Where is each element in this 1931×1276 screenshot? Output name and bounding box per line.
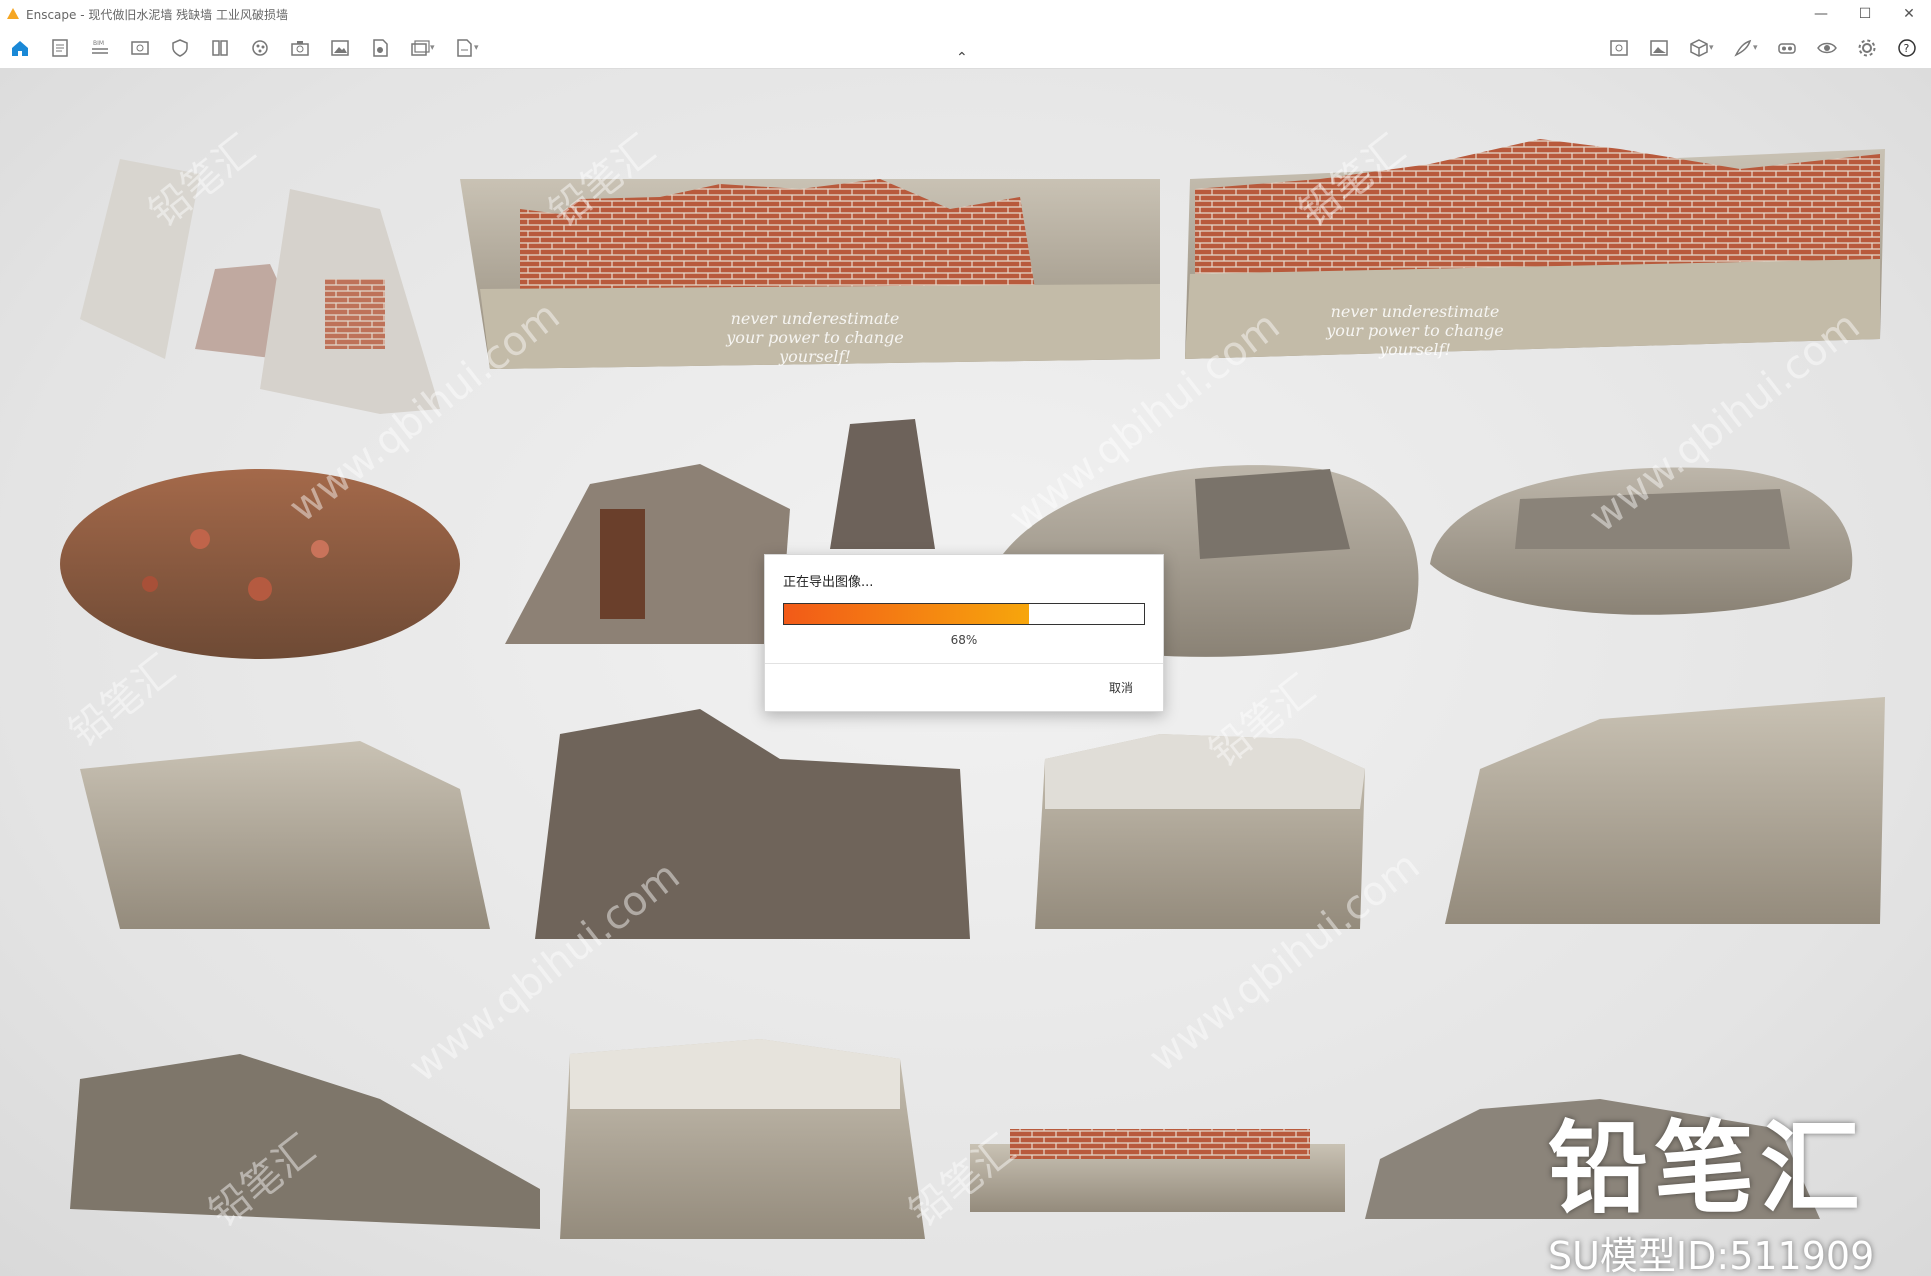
concrete-block-asset-1 bbox=[80, 741, 490, 929]
view-icon bbox=[131, 41, 149, 55]
camera-button[interactable] bbox=[280, 28, 320, 68]
window-controls: — ☐ ✕ bbox=[1799, 0, 1931, 28]
material-icon bbox=[252, 40, 268, 56]
image-button[interactable] bbox=[1639, 28, 1679, 68]
wall-graffiti-right: never underestimate your power to change… bbox=[1300, 302, 1530, 359]
map-button[interactable] bbox=[1599, 28, 1639, 68]
concrete-slab-asset-1 bbox=[70, 1054, 540, 1229]
help-button[interactable]: ? bbox=[1887, 28, 1927, 68]
wall-text-line1: never underestimate bbox=[730, 309, 900, 328]
model-id-text: SU模型ID:511909 bbox=[1548, 1234, 1875, 1276]
chevron-down-icon[interactable]: ▾ bbox=[1709, 43, 1719, 53]
render-icon bbox=[373, 39, 388, 57]
screenshot-button[interactable] bbox=[320, 28, 360, 68]
export-icon bbox=[457, 39, 472, 57]
window-title: Enscape - 现代做旧水泥墙 残缺墙 工业风破损墙 bbox=[26, 7, 288, 22]
cube-icon bbox=[1690, 39, 1708, 57]
collapse-toolbar-caret-icon[interactable]: ⌃ bbox=[956, 50, 968, 66]
view-button[interactable] bbox=[120, 28, 160, 68]
cancel-button[interactable]: 取消 bbox=[1109, 679, 1133, 696]
maximize-button[interactable]: ☐ bbox=[1843, 0, 1887, 28]
document-icon bbox=[52, 39, 68, 57]
eye-icon bbox=[1817, 42, 1837, 54]
bim-icon: BIM bbox=[92, 40, 108, 54]
eye-button[interactable] bbox=[1807, 28, 1847, 68]
export-progress-dialog: 正在导出图像... 68% 取消 bbox=[764, 554, 1164, 712]
svg-text:?: ? bbox=[1904, 42, 1910, 55]
toolbar-left: BIM ▾ ▾ bbox=[0, 28, 488, 68]
close-button[interactable]: ✕ bbox=[1887, 0, 1931, 28]
render-button[interactable] bbox=[360, 28, 400, 68]
document-button[interactable] bbox=[40, 28, 80, 68]
settings-icon bbox=[1858, 39, 1876, 57]
branding-overlay: 铅笔汇 SU模型ID:511909 bbox=[1548, 1119, 1874, 1276]
home-icon bbox=[12, 41, 28, 56]
dirt-rubble-pile-asset bbox=[60, 469, 460, 659]
library-icon bbox=[212, 40, 228, 56]
broken-concrete-chunk-asset bbox=[505, 464, 790, 644]
wall-text-line2: your power to change yourself! bbox=[1326, 321, 1504, 359]
library-button[interactable] bbox=[200, 28, 240, 68]
shield-button[interactable] bbox=[160, 28, 200, 68]
feather-icon bbox=[1734, 39, 1752, 57]
broken-pillars-asset bbox=[80, 159, 440, 414]
home-button[interactable] bbox=[0, 28, 40, 68]
brand-logo-text: 铅笔汇 bbox=[1548, 1110, 1866, 1227]
progress-percent: 68% bbox=[950, 633, 978, 647]
batch-render-icon bbox=[411, 40, 430, 56]
minimize-button[interactable]: — bbox=[1799, 0, 1843, 28]
concrete-rubble-mound-asset-right bbox=[1430, 467, 1853, 615]
wall-graffiti-left: never underestimate your power to change… bbox=[700, 309, 930, 366]
chevron-down-icon[interactable]: ▾ bbox=[474, 43, 484, 53]
help-icon: ? bbox=[1898, 39, 1916, 57]
ruined-brick-block-asset bbox=[535, 709, 970, 939]
concrete-slab-asset-2 bbox=[560, 1039, 925, 1239]
settings-button[interactable] bbox=[1847, 28, 1887, 68]
dialog-title: 正在导出图像... bbox=[783, 575, 874, 590]
chevron-down-icon[interactable]: ▾ bbox=[1753, 43, 1763, 53]
svg-text:BIM: BIM bbox=[93, 40, 104, 47]
wall-text-line2: your power to change yourself! bbox=[726, 328, 904, 366]
toolbar-right: ▾ ▾ ? bbox=[1599, 28, 1927, 68]
camera-icon bbox=[291, 41, 309, 56]
chevron-down-icon[interactable]: ▾ bbox=[430, 43, 440, 53]
image-icon bbox=[1650, 40, 1668, 56]
map-icon bbox=[1610, 40, 1628, 56]
screenshot-icon bbox=[331, 40, 349, 56]
shield-icon bbox=[172, 39, 188, 57]
enscape-logo-icon bbox=[7, 8, 19, 19]
broken-column-asset bbox=[830, 419, 935, 549]
brick-wall-asset-right bbox=[1185, 139, 1885, 359]
dialog-divider bbox=[765, 663, 1163, 664]
brick-low-wall-asset bbox=[970, 1129, 1345, 1212]
concrete-block-asset-3 bbox=[1445, 697, 1885, 924]
wall-text-line1: never underestimate bbox=[1330, 302, 1500, 321]
progress-bar bbox=[783, 603, 1145, 625]
progress-fill bbox=[784, 604, 1029, 624]
vr-headset-icon bbox=[1778, 43, 1796, 54]
title-bar: Enscape - 现代做旧水泥墙 残缺墙 工业风破损墙 — ☐ ✕ bbox=[0, 0, 1931, 28]
material-button[interactable] bbox=[240, 28, 280, 68]
vr-headset-button[interactable] bbox=[1767, 28, 1807, 68]
concrete-block-asset-2 bbox=[1035, 734, 1365, 929]
bim-button[interactable]: BIM bbox=[80, 28, 120, 68]
